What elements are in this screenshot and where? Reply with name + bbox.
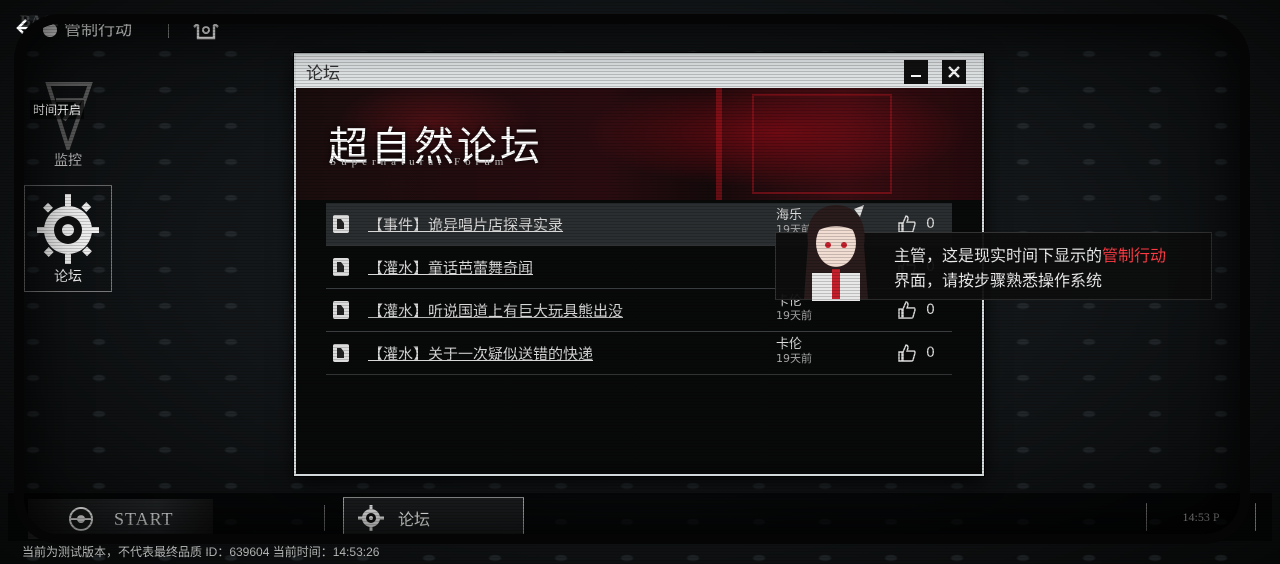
- sidebar-item-label: 监控: [54, 152, 82, 168]
- taskbar-clock: 14:53 P: [1146, 503, 1256, 531]
- tutorial-message: 主管，这是现实时间下显示的管制行动 界面，请按步骤熟悉操作系统: [894, 243, 1166, 293]
- thumbs-up-icon: [898, 344, 916, 362]
- banner-decoration: [752, 94, 892, 194]
- sidebar-item-label: 论坛: [54, 268, 82, 284]
- tutorial-tooltip[interactable]: 主管，这是现实时间下显示的管制行动 界面，请按步骤熟悉操作系统: [775, 205, 1212, 301]
- page-title: 管制行动: [64, 19, 132, 39]
- forum-emblem-icon: [37, 194, 99, 264]
- header-divider: [168, 16, 169, 38]
- forum-emblem-icon: [358, 504, 384, 531]
- post-author: 卡伦: [776, 337, 803, 352]
- guide-character-avatar: [804, 205, 868, 301]
- tutorial-line2: 界面，请按步骤熟悉操作系统: [894, 271, 1103, 290]
- post-title: 【灌水】听说国道上有巨大玩具熊出没: [368, 301, 624, 320]
- post-title: 【灌水】童话芭蕾舞奇闻: [368, 258, 534, 277]
- minimize-icon: [911, 75, 921, 77]
- back-button[interactable]: BACK 管制行动: [12, 10, 132, 44]
- post-time: 19天前: [776, 352, 812, 365]
- banner-subtitle: Supernatural Forum: [330, 156, 509, 168]
- forum-banner: 超自然论坛 Supernatural Forum: [296, 88, 982, 200]
- like-button[interactable]: 0: [898, 301, 935, 319]
- tutorial-highlight: 管制行动: [1102, 246, 1167, 265]
- minimize-button[interactable]: [904, 60, 928, 84]
- document-icon: [333, 258, 349, 276]
- like-count: 0: [926, 345, 935, 361]
- post-meta: 卡伦 19天前: [776, 338, 812, 366]
- close-button[interactable]: [942, 60, 966, 84]
- taskbar-tab-label: 论坛: [398, 511, 431, 529]
- post-title: 【灌水】关于一次疑似送错的快递: [368, 344, 594, 363]
- taskbar-divider: [324, 505, 325, 531]
- top-bar: BACK 管制行动: [12, 8, 221, 46]
- like-button[interactable]: 0: [898, 344, 935, 362]
- post-title: 【事件】诡异唱片店探寻实录: [368, 215, 564, 234]
- close-icon: [948, 66, 960, 78]
- thumbs-up-icon: [898, 215, 916, 233]
- sidebar-item-monitor[interactable]: 监控: [24, 80, 112, 180]
- thumbs-up-icon: [898, 301, 916, 319]
- post-time: 19天前: [776, 309, 812, 322]
- bottom-taskbar: START 论坛 14:53 P: [8, 493, 1272, 541]
- start-icon: [69, 507, 93, 531]
- like-count: 0: [926, 216, 935, 232]
- window-title: 论坛: [306, 64, 340, 83]
- document-icon: [333, 344, 349, 362]
- banner-decoration: [716, 88, 722, 200]
- document-icon: [333, 301, 349, 319]
- taskbar-tab-forum[interactable]: 论坛: [343, 497, 524, 538]
- post-row[interactable]: 【灌水】关于一次疑似送错的快递 卡伦 19天前 0: [326, 332, 952, 375]
- sidebar-item-forum[interactable]: 论坛: [24, 185, 112, 292]
- start-button[interactable]: START: [28, 499, 213, 539]
- document-icon: [333, 215, 349, 233]
- like-count: 0: [926, 302, 935, 318]
- home-icon[interactable]: [191, 12, 221, 42]
- version-info: 当前为测试版本，不代表最终品质 ID：639604 当前时间：14:53:26: [22, 545, 380, 559]
- window-titlebar[interactable]: 论坛: [296, 55, 982, 88]
- like-button[interactable]: 0: [898, 215, 935, 233]
- back-arrow-icon: BACK: [12, 10, 58, 44]
- start-label: START: [114, 508, 174, 529]
- tutorial-line1: 主管，这是现实时间下显示的: [894, 246, 1103, 265]
- time-open-badge: 时间开启: [30, 100, 85, 119]
- game-screen: BACK 管制行动 监控 时间开启: [0, 0, 1280, 564]
